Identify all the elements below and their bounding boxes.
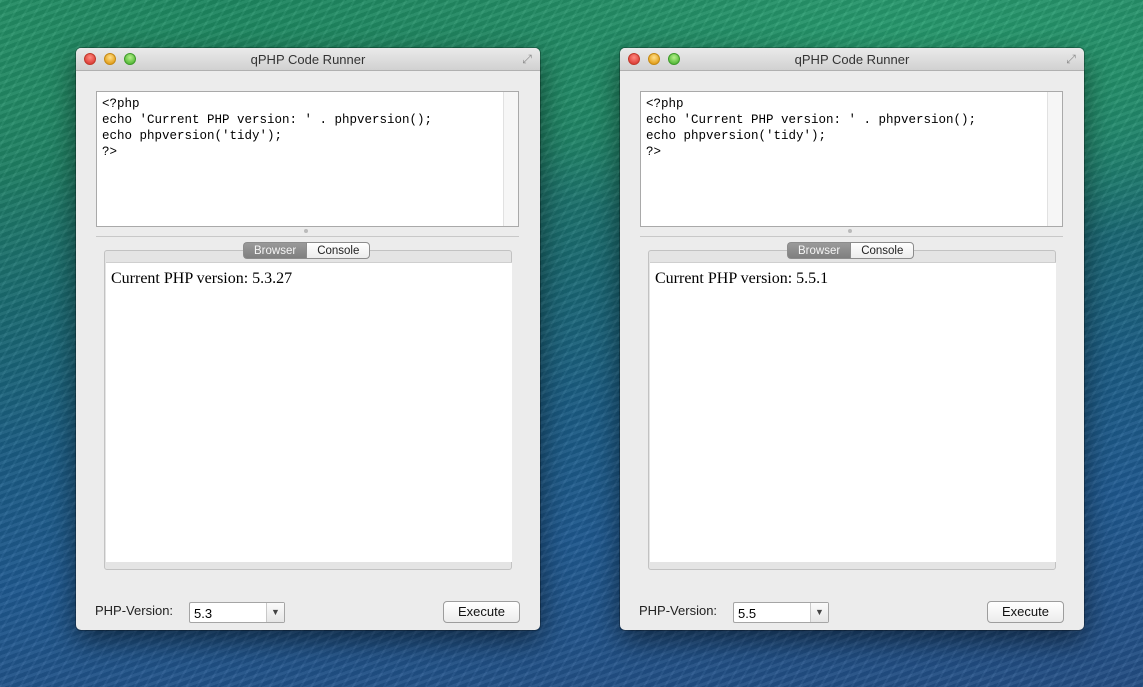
chevron-down-icon[interactable]: ▼ bbox=[266, 603, 284, 622]
splitter-handle[interactable] bbox=[304, 229, 308, 233]
splitter[interactable] bbox=[640, 236, 1063, 237]
browser-output-pane: Current PHP version: 5.5.1 bbox=[650, 262, 1056, 562]
tab-browser[interactable]: Browser bbox=[787, 242, 851, 259]
fullscreen-icon[interactable]: ⤢ bbox=[1064, 52, 1078, 66]
chevron-down-icon[interactable]: ▼ bbox=[810, 603, 828, 622]
splitter[interactable] bbox=[96, 236, 519, 237]
title-bar: qPHP Code Runner ⤢ bbox=[620, 48, 1084, 71]
php-version-select[interactable]: 5.5 ▼ bbox=[733, 602, 829, 623]
editor-scrollbar[interactable] bbox=[1047, 92, 1062, 226]
splitter-handle[interactable] bbox=[848, 229, 852, 233]
window-title: qPHP Code Runner bbox=[794, 52, 910, 67]
php-version-value: 5.3 bbox=[194, 606, 213, 621]
editor-scrollbar[interactable] bbox=[503, 92, 518, 226]
execute-button[interactable]: Execute bbox=[443, 601, 520, 623]
browser-output-pane: Current PHP version: 5.3.27 bbox=[106, 262, 512, 562]
code-editor[interactable]: <?php echo 'Current PHP version: ' . php… bbox=[96, 91, 519, 227]
window-title: qPHP Code Runner bbox=[250, 52, 366, 67]
php-version-label: PHP-Version: bbox=[639, 603, 718, 618]
php-version-value: 5.5 bbox=[738, 606, 757, 621]
tab-console[interactable]: Console bbox=[306, 242, 371, 259]
code-runner-window-2: qPHP Code Runner ⤢ <?php echo 'Current P… bbox=[620, 48, 1084, 630]
fullscreen-icon[interactable]: ⤢ bbox=[520, 52, 534, 66]
output-tabs: Browser Console bbox=[787, 242, 915, 259]
title-bar: qPHP Code Runner ⤢ bbox=[76, 48, 540, 71]
output-text: Current PHP version: 5.5.1 bbox=[655, 270, 829, 287]
code-runner-window-1: qPHP Code Runner ⤢ <?php echo 'Current P… bbox=[76, 48, 540, 630]
code-text[interactable]: <?php echo 'Current PHP version: ' . php… bbox=[641, 92, 1062, 164]
code-text[interactable]: <?php echo 'Current PHP version: ' . php… bbox=[97, 92, 518, 164]
tab-browser[interactable]: Browser bbox=[243, 242, 307, 259]
execute-button[interactable]: Execute bbox=[987, 601, 1064, 623]
output-tabs: Browser Console bbox=[243, 242, 371, 259]
tab-console[interactable]: Console bbox=[850, 242, 915, 259]
php-version-select[interactable]: 5.3 ▼ bbox=[189, 602, 285, 623]
php-version-label: PHP-Version: bbox=[95, 603, 174, 618]
output-text: Current PHP version: 5.3.27 bbox=[111, 270, 293, 287]
code-editor[interactable]: <?php echo 'Current PHP version: ' . php… bbox=[640, 91, 1063, 227]
